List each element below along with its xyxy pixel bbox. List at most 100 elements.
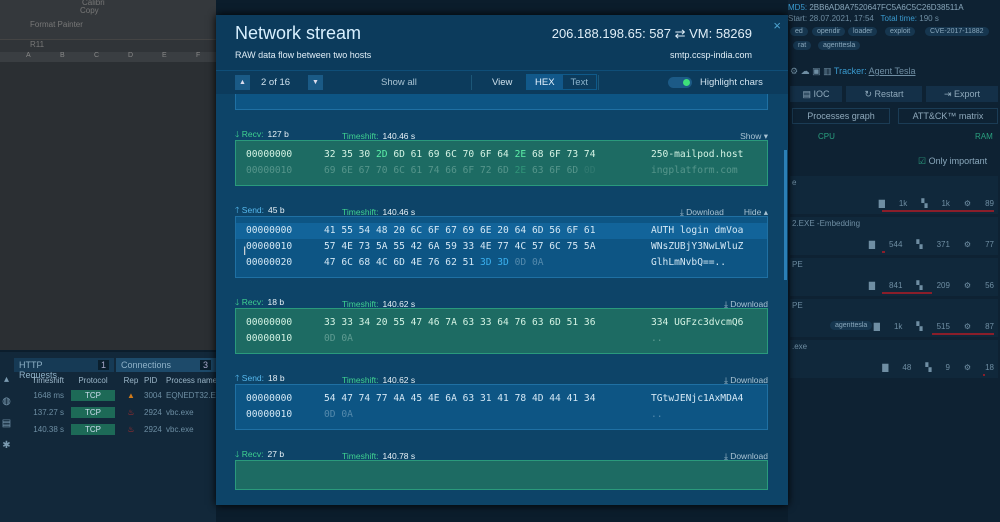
hex-byte: 0D (324, 409, 342, 420)
tab-connections[interactable]: Connections 3 (116, 358, 216, 372)
tab-http-requests[interactable]: HTTP Requests 1 (14, 358, 114, 380)
table-row[interactable]: 137.27 s TCP ♨ 2924 vbc.exe (24, 407, 216, 418)
tag[interactable]: ed (790, 27, 808, 36)
recv-data-block[interactable]: 00000000 33 33 34 20 55 47 46 7A 63 33 64… (235, 308, 768, 354)
only-important-checkbox[interactable]: ☑ Only important (918, 156, 987, 167)
tracker-link[interactable]: Agent Tesla (869, 66, 916, 76)
table-row[interactable]: 140.38 s TCP ♨ 2924 vbc.exe (24, 424, 216, 435)
col-f[interactable]: F (196, 52, 200, 59)
recv-data-block[interactable] (235, 460, 768, 490)
send-data-block[interactable]: 00000000 54 47 74 77 4A 45 4E 6A 63 31 41… (235, 384, 768, 430)
globe-icon[interactable]: ◍ (0, 396, 13, 418)
font-select[interactable]: Calibri (82, 0, 105, 7)
col-b[interactable]: B (60, 52, 65, 59)
hex-row[interactable]: 00000000 41 55 54 48 20 6C 6F 67 69 6E 20… (236, 223, 767, 239)
ioc-button[interactable]: ▤ IOC (790, 86, 842, 102)
attack-matrix-button[interactable]: ATT&CK™ matrix (898, 108, 998, 124)
fire-icon: ♨ (127, 408, 135, 417)
hex-byte: 70 (462, 149, 480, 160)
hex-row[interactable]: 00000010 0D 0A.. (236, 407, 767, 423)
hex-byte: 68 (531, 149, 550, 160)
hex-byte: 33 (462, 241, 480, 252)
export-button[interactable]: ⇥ Export (926, 86, 998, 102)
highlight-chars-toggle[interactable] (668, 77, 692, 88)
process-item[interactable]: e ▇ 1k ▚ 1k ⚙ 89 (790, 176, 998, 214)
tag[interactable]: opendir (812, 27, 846, 36)
send-data-block[interactable]: 0000000045 48 4C 4F 20 55 73 65 72 2D 50… (235, 94, 768, 110)
arrow-down-icon: 🡓 (235, 297, 242, 307)
process-tag[interactable]: agenttesla (830, 321, 873, 330)
hex-byte: 67 (358, 165, 376, 176)
stat-value: 89 (985, 199, 994, 208)
col-rep[interactable]: Rep (118, 376, 144, 385)
ribbon: Copy Format Painter Calibri (0, 0, 216, 40)
col-process[interactable]: Process name (166, 376, 216, 385)
activity-bar (982, 374, 986, 376)
view-hex-button[interactable]: HEX (527, 75, 563, 89)
process-item[interactable]: PE ▇ 841 ▚ 209 ⚙ 56 (790, 258, 998, 296)
scrollbar[interactable] (784, 150, 787, 280)
hex-byte: 66 (445, 165, 463, 176)
hex-byte: 33 (324, 317, 342, 328)
start-time: Start: 28.07.2021, 17:54 Total time: 190… (788, 14, 939, 23)
process-item[interactable]: .exe ▇ 48 ▚ 9 ⚙ 18 (790, 340, 998, 378)
col-d[interactable]: D (128, 52, 133, 59)
stat-value: 1k (898, 199, 908, 208)
copy-button[interactable]: Copy (80, 6, 99, 15)
tag[interactable]: agenttesla (818, 41, 861, 50)
hex-row[interactable]: 00000000 33 33 34 20 55 47 46 7A 63 33 64… (236, 315, 767, 331)
format-painter-button[interactable]: Format Painter (30, 20, 83, 29)
show-all-button[interactable]: Show all (381, 77, 417, 88)
ascii-text: 334 UGFzc3dvcmQ6 (651, 317, 744, 328)
hex-byte: 4C (375, 257, 394, 268)
tag[interactable]: rat (793, 41, 812, 50)
recv-text: Recv: (241, 297, 264, 307)
view-text-button[interactable]: Text (563, 75, 596, 89)
protocol-cell: TCP (68, 407, 118, 418)
recv-text: Recv: (241, 449, 264, 459)
col-c[interactable]: C (94, 52, 99, 59)
name-box[interactable]: R11 (0, 40, 216, 52)
processes-graph-button[interactable]: Processes graph (792, 108, 890, 124)
table-header: Timeshift Protocol Rep PID Process name (24, 376, 216, 385)
hex-row[interactable]: 00000000 54 47 74 77 4A 45 4E 6A 63 31 41… (236, 391, 767, 407)
tag[interactable]: CVE-2017-11882 (925, 27, 989, 36)
hex-row[interactable]: 00000000 32 35 30 2D 6D 61 69 6C 70 6F 64… (236, 147, 767, 163)
hex-bytes: 54 47 74 77 4A 45 4E 6A 63 31 41 78 4D 4… (324, 391, 595, 407)
file-icon: ▇ (878, 199, 885, 208)
hex-byte: 64 (497, 317, 515, 328)
cpu-label: CPU (818, 132, 835, 141)
hex-byte: 6A (427, 241, 446, 252)
process-item[interactable]: PE agenttesla ▇ 1k ▚ 515 ⚙ 87 (790, 299, 998, 337)
hex-byte: 6D (531, 225, 550, 236)
hex-row[interactable]: 00000010 0D 0A.. (236, 331, 767, 347)
bug-icon[interactable]: ✱ (0, 440, 13, 462)
close-icon[interactable]: × (773, 18, 781, 33)
process-item[interactable]: 2.EXE -Embedding ▇ 544 ▚ 371 ⚙ 77 (790, 217, 998, 255)
next-stream-button[interactable]: ▼ (308, 75, 323, 90)
col-timeshift[interactable]: Timeshift (24, 376, 68, 385)
tag[interactable]: loader (848, 27, 878, 36)
process-name: e (792, 178, 797, 187)
hex-row[interactable]: 00000020 47 6C 68 4C 6D 4E 76 62 51 3D 3D… (236, 255, 767, 271)
col-e[interactable]: E (162, 52, 167, 59)
tag[interactable]: exploit (885, 27, 916, 36)
file-icon[interactable]: ▤ (0, 418, 13, 440)
col-a[interactable]: A (26, 52, 31, 59)
col-pid[interactable]: PID (144, 376, 166, 385)
restart-button[interactable]: ↻ Restart (846, 86, 922, 102)
hex-bytes: 69 6E 67 70 6C 61 74 66 6F 72 6D 2E 63 6… (324, 163, 595, 179)
recv-data-block[interactable]: 00000000 32 35 30 2D 6D 61 69 6C 70 6F 64… (235, 140, 768, 186)
col-protocol[interactable]: Protocol (68, 376, 118, 385)
table-row[interactable]: 1648 ms TCP ▲ 3004 EQNEDT32.EXE (24, 390, 216, 401)
collapse-icon[interactable]: ▴ (0, 374, 13, 396)
hex-row[interactable]: 00000010 69 6E 67 70 6C 61 74 66 6F 72 6D… (236, 163, 767, 179)
hex-byte: 41 (566, 393, 584, 404)
tool-icons[interactable]: ⚙ ☁ ▣ ▥ (790, 66, 834, 76)
previous-stream-button[interactable]: ▲ (235, 75, 250, 90)
stat-value: 56 (985, 281, 994, 290)
hex-byte: 51 (462, 257, 480, 268)
send-data-block[interactable]: 00000000 41 55 54 48 20 6C 6F 67 69 6E 20… (235, 216, 768, 278)
hex-row[interactable]: 00000010 57 4E 73 5A 55 42 6A 59 33 4E 77… (236, 239, 767, 255)
pid-cell: 2924 (144, 425, 162, 434)
